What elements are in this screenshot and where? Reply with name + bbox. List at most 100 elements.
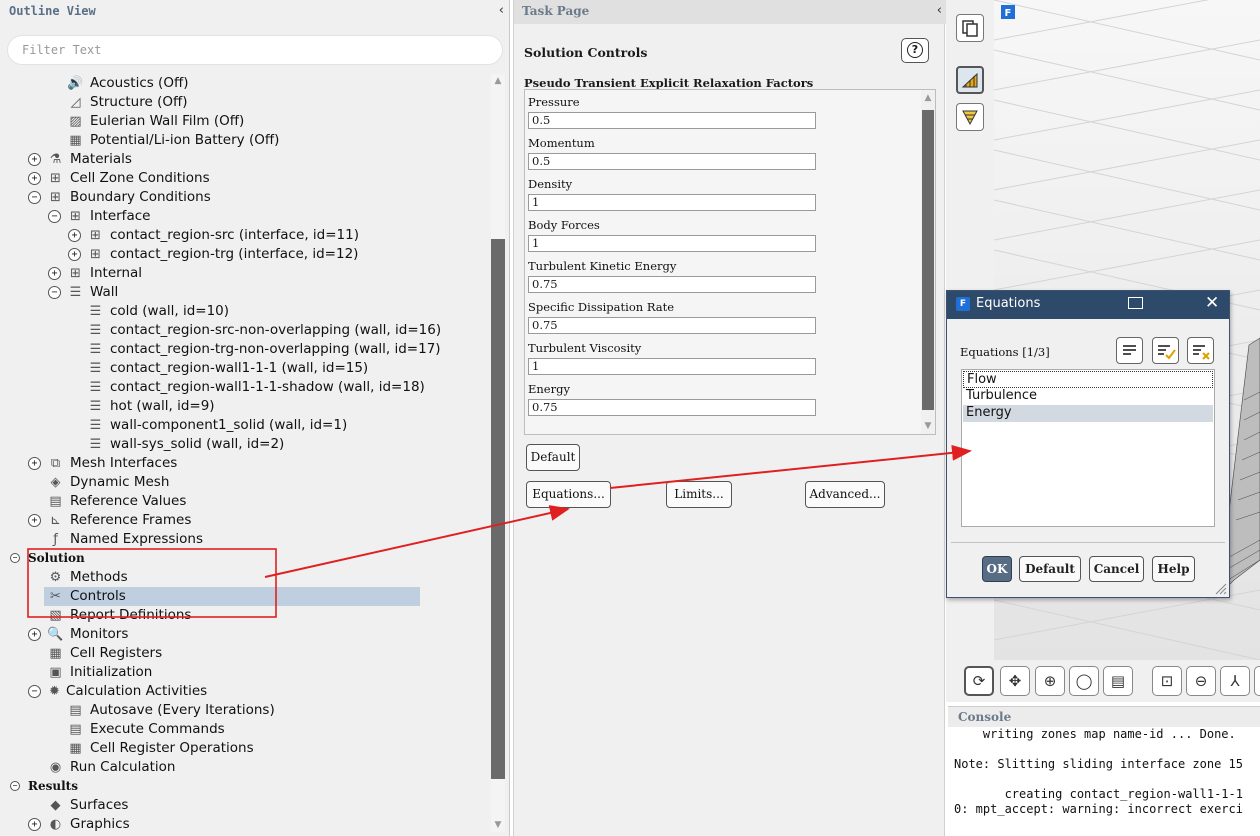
relaxation-field-input[interactable]: 1 (528, 358, 816, 375)
select-checked-button[interactable] (1152, 337, 1179, 364)
tree-item[interactable]: ▤ Execute Commands (0, 720, 488, 739)
tree-section-results[interactable]: − Results (0, 777, 488, 796)
expand-icon[interactable]: + (28, 628, 41, 641)
tree-item[interactable]: + ◐ Graphics (0, 815, 488, 834)
pan-button[interactable]: ✥ (1000, 666, 1030, 696)
tree-item[interactable]: ☰ contact_region-src-non-overlapping (wal… (0, 321, 488, 340)
scroll-up-arrow[interactable]: ▲ (921, 91, 935, 105)
tree-item[interactable]: ◆ Surfaces (0, 796, 488, 815)
equation-list-item[interactable]: Flow (963, 371, 1213, 388)
outline-scroll-thumb[interactable] (491, 239, 505, 779)
tree-item[interactable]: ☰ cold (wall, id=10) (0, 302, 488, 321)
tree-item[interactable]: ⚙ Methods (0, 568, 488, 587)
rotate-button[interactable]: ⟳ (964, 666, 994, 696)
tree-item[interactable]: ☰ wall-sys_solid (wall, id=2) (0, 435, 488, 454)
relaxation-scrollbar[interactable]: ▲ ▼ (921, 90, 935, 434)
fit-to-window-button[interactable]: ⊡ (1152, 666, 1182, 696)
tree-item[interactable]: ▦ Cell Registers (0, 644, 488, 663)
tree-item[interactable]: − ✹ Calculation Activities (0, 682, 488, 701)
tree-item[interactable]: 🔊 Acoustics (Off) (0, 74, 488, 93)
expand-icon[interactable]: + (28, 153, 41, 166)
tree-item[interactable]: ▤ Autosave (Every Iterations) (0, 701, 488, 720)
tree-item[interactable]: ▦ Cell Register Operations (0, 739, 488, 758)
equations-dialog-titlebar[interactable]: F Equations ✕ (947, 291, 1229, 319)
zoom-out-button[interactable]: ⊖ (1186, 666, 1216, 696)
resize-grip-icon[interactable] (1213, 581, 1227, 595)
tree-item[interactable]: + ⚗ Materials (0, 150, 488, 169)
tree-item[interactable]: ƒ Named Expressions (0, 530, 488, 549)
collapse-icon[interactable]: − (48, 286, 61, 299)
relaxation-scroll-thumb[interactable] (922, 110, 934, 410)
tree-item[interactable]: + ⊾ Reference Frames (0, 511, 488, 530)
tree-item[interactable]: ▦ Potential/Li-ion Battery (Off) (0, 131, 488, 150)
relaxation-field-input[interactable]: 1 (528, 235, 816, 252)
expand-icon[interactable]: + (68, 229, 81, 242)
ok-button[interactable]: OK (982, 556, 1012, 582)
tree-item[interactable]: ☰ contact_region-wall1-1-1-shadow (wall, … (0, 378, 488, 397)
tree-section-solution[interactable]: − Solution (0, 549, 488, 568)
dialog-help-button[interactable]: Help (1152, 556, 1195, 582)
relaxation-field-input[interactable]: 0.5 (528, 112, 816, 129)
tree-item[interactable]: ▧ Report Definitions (0, 606, 488, 625)
console-panel[interactable]: Console writing zones map name-id ... Do… (948, 706, 1260, 836)
outline-scrollbar[interactable]: ▲ ▼ (491, 74, 505, 832)
expand-icon[interactable]: + (28, 172, 41, 185)
tree-item[interactable]: − ⊞ Boundary Conditions (0, 188, 488, 207)
tree-item[interactable]: − ☰ Wall (0, 283, 488, 302)
tree-item[interactable]: ☰ hot (wall, id=9) (0, 397, 488, 416)
probe-button[interactable]: ▤ (1103, 666, 1133, 696)
dock-icon[interactable] (1128, 297, 1143, 309)
relaxation-field-input[interactable]: 1 (528, 194, 816, 211)
expand-icon[interactable]: + (68, 248, 81, 261)
collapse-icon[interactable]: − (48, 210, 61, 223)
expand-icon[interactable]: + (48, 267, 61, 280)
copy-view-button[interactable] (956, 14, 984, 42)
mesh-display-button[interactable] (956, 66, 984, 94)
zoom-in-out-button[interactable]: ⊕ (1035, 666, 1065, 696)
cancel-button[interactable]: Cancel (1089, 556, 1144, 582)
tree-item[interactable]: ✂ Controls (0, 587, 488, 606)
tree-item[interactable]: ◿ Structure (Off) (0, 93, 488, 112)
collapse-icon[interactable]: − (28, 685, 41, 698)
filter-text-input[interactable]: Filter Text (7, 35, 503, 65)
tree-item[interactable]: ▨ Eulerian Wall Film (Off) (0, 112, 488, 131)
tree-item[interactable]: ▣ Initialization (0, 663, 488, 682)
dialog-default-button[interactable]: Default (1019, 556, 1081, 582)
scroll-down-arrow[interactable]: ▼ (921, 419, 935, 433)
task-collapse-button[interactable]: ‹ (937, 3, 942, 18)
relaxation-field-input[interactable]: 0.75 (528, 399, 816, 416)
contours-button[interactable] (956, 103, 984, 131)
tree-item[interactable]: − ⊞ Interface (0, 207, 488, 226)
select-all-button[interactable] (1116, 337, 1143, 364)
expand-icon[interactable]: + (28, 457, 41, 470)
relaxation-field-input[interactable]: 0.5 (528, 153, 816, 170)
expand-icon[interactable]: + (28, 818, 41, 831)
equation-list-item[interactable]: Energy (963, 405, 1213, 422)
collapse-icon[interactable]: − (10, 553, 20, 563)
tree-item[interactable]: + 🔍 Monitors (0, 625, 488, 644)
tree-item[interactable]: ▤ Reference Values (0, 492, 488, 511)
expand-icon[interactable]: + (28, 514, 41, 527)
tree-item[interactable]: ☰ contact_region-trg-non-overlapping (wal… (0, 340, 488, 359)
deselect-all-button[interactable] (1187, 337, 1214, 364)
tree-item[interactable]: + ⊞ contact_region-src (interface, id=11) (0, 226, 488, 245)
advanced-button[interactable]: Advanced... (805, 481, 885, 508)
collapse-icon[interactable]: − (28, 191, 41, 204)
axes-button[interactable]: ⅄ (1220, 666, 1250, 696)
tree-item[interactable]: ◈ Dynamic Mesh (0, 473, 488, 492)
tree-item[interactable]: ☰ wall-component1_solid (wall, id=1) (0, 416, 488, 435)
equations-button[interactable]: Equations... (526, 481, 611, 508)
limits-button[interactable]: Limits... (666, 481, 732, 508)
equation-list-item[interactable]: Turbulence (963, 388, 1213, 405)
relaxation-field-input[interactable]: 0.75 (528, 276, 816, 293)
default-button[interactable]: Default (526, 444, 580, 471)
close-icon[interactable]: ✕ (1205, 293, 1219, 313)
tree-item[interactable]: ☰ contact_region-wall1-1-1 (wall, id=15) (0, 359, 488, 378)
collapse-icon[interactable]: − (10, 781, 20, 791)
tree-item[interactable]: ◉ Run Calculation (0, 758, 488, 777)
equations-list[interactable]: Flow Turbulence Energy (961, 369, 1215, 527)
tree-item[interactable]: + ⊞ Cell Zone Conditions (0, 169, 488, 188)
tree-item[interactable]: + ⊞ Internal (0, 264, 488, 283)
scroll-down-arrow[interactable]: ▼ (491, 818, 505, 832)
scroll-up-arrow[interactable]: ▲ (491, 74, 505, 88)
